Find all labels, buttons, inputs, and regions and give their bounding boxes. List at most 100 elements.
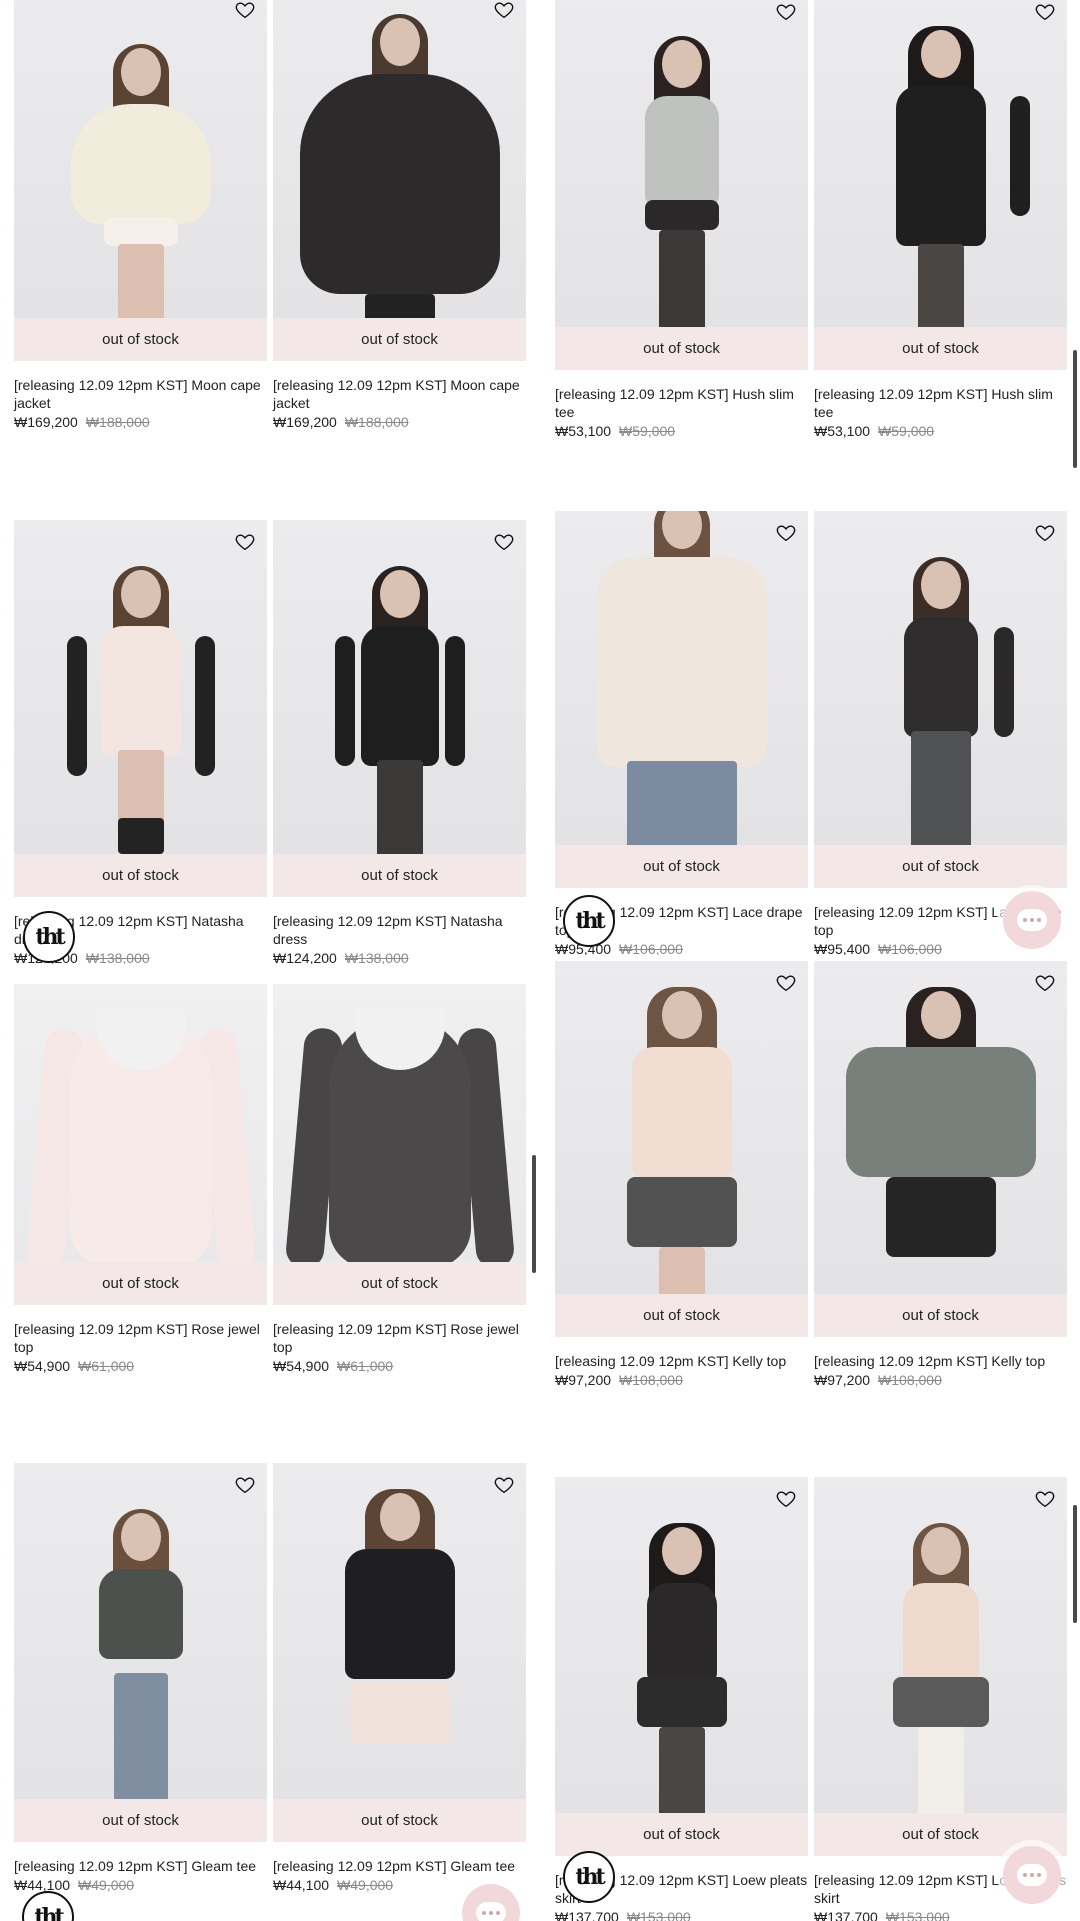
wishlist-heart-icon[interactable] (233, 530, 257, 554)
out-of-stock-label: out of stock (14, 1262, 267, 1305)
brand-logo-badge[interactable]: tht (563, 1851, 615, 1903)
out-of-stock-label: out of stock (273, 318, 526, 361)
original-price: ₩49,000 (337, 1877, 394, 1893)
sale-price: ₩169,200 (14, 414, 78, 430)
original-price: ₩59,000 (619, 423, 676, 439)
product-card-kelly-grey[interactable]: out of stock [releasing 12.09 12pm KST] … (814, 961, 1067, 1388)
product-image[interactable] (14, 1463, 267, 1799)
chat-button[interactable] (1003, 1846, 1061, 1904)
out-of-stock-label: out of stock (14, 1799, 267, 1842)
brand-logo-badge[interactable]: tht (23, 911, 75, 963)
product-card-natasha-cream[interactable]: out of stock [releasing 12.09 12pm KST] … (14, 520, 267, 966)
out-of-stock-label: out of stock (814, 845, 1067, 888)
original-price: ₩153,000 (626, 1909, 691, 1921)
product-title[interactable]: [releasing 12.09 12pm KST] Rose jewel to… (273, 1320, 526, 1356)
product-image[interactable] (814, 511, 1067, 845)
product-image[interactable] (273, 0, 526, 318)
product-title[interactable]: [releasing 12.09 12pm KST] Rose jewel to… (14, 1320, 267, 1356)
sale-price: ₩54,900 (273, 1358, 330, 1374)
wishlist-heart-icon[interactable] (492, 1473, 516, 1497)
out-of-stock-label: out of stock (14, 854, 267, 897)
product-image[interactable] (14, 520, 267, 854)
wishlist-heart-icon[interactable] (774, 971, 798, 995)
wishlist-heart-icon[interactable] (774, 1487, 798, 1511)
product-image[interactable] (555, 961, 808, 1294)
product-image[interactable] (555, 1477, 808, 1813)
product-card-moon-cape-black[interactable]: out of stock [releasing 12.09 12pm KST] … (273, 0, 526, 430)
out-of-stock-label: out of stock (555, 327, 808, 370)
product-title[interactable]: [releasing 12.09 12pm KST] Natasha dress (273, 912, 526, 948)
product-card-rose-jewel-pink[interactable]: out of stock [releasing 12.09 12pm KST] … (14, 984, 267, 1374)
product-card-hush-grey[interactable]: out of stock [releasing 12.09 12pm KST] … (555, 0, 808, 439)
product-card-lace-drape-cream[interactable]: out of stock [releasing 12.09 12pm KST] … (555, 511, 808, 957)
out-of-stock-label: out of stock (555, 845, 808, 888)
original-price: ₩108,000 (878, 1372, 942, 1388)
wishlist-heart-icon[interactable] (1033, 0, 1057, 24)
product-title[interactable]: [releasing 12.09 12pm KST] Hush slim tee (555, 385, 808, 421)
product-image[interactable] (273, 520, 526, 854)
brand-logo-badge[interactable]: tht (563, 895, 615, 947)
out-of-stock-label: out of stock (273, 854, 526, 897)
product-card-gleam-grey[interactable]: out of stock [releasing 12.09 12pm KST] … (14, 1463, 267, 1893)
chat-bubble-icon (476, 1902, 506, 1921)
chat-bubble-icon (1017, 1864, 1047, 1886)
product-title[interactable]: [releasing 12.09 12pm KST] Moon cape jac… (273, 376, 526, 412)
product-image[interactable] (555, 0, 808, 327)
product-title[interactable]: [releasing 12.09 12pm KST] Kelly top (555, 1352, 808, 1370)
sale-price: ₩97,200 (555, 1372, 612, 1388)
wishlist-heart-icon[interactable] (774, 0, 798, 24)
product-title[interactable]: [releasing 12.09 12pm KST] Hush slim tee (814, 385, 1067, 421)
scrollbar-thumb[interactable] (532, 1155, 536, 1273)
out-of-stock-label: out of stock (273, 1262, 526, 1305)
product-image[interactable] (273, 984, 526, 1262)
product-title[interactable]: [releasing 12.09 12pm KST] Moon cape jac… (14, 376, 267, 412)
sale-price: ₩54,900 (14, 1358, 71, 1374)
product-image[interactable] (14, 0, 267, 318)
brand-logo-badge[interactable]: tht (22, 1891, 74, 1921)
product-image[interactable] (555, 511, 808, 845)
scrollbar-thumb[interactable] (1073, 350, 1077, 468)
product-image[interactable] (814, 1477, 1067, 1813)
product-title[interactable]: [releasing 12.09 12pm KST] Gleam tee (273, 1857, 526, 1875)
sale-price: ₩137,700 (555, 1909, 619, 1921)
product-image[interactable] (814, 0, 1067, 327)
wishlist-heart-icon[interactable] (492, 0, 516, 22)
product-card-rose-jewel-black[interactable]: out of stock [releasing 12.09 12pm KST] … (273, 984, 526, 1374)
product-card-natasha-black[interactable]: out of stock [releasing 12.09 12pm KST] … (273, 520, 526, 966)
sale-price: ₩53,100 (555, 423, 612, 439)
product-card-kelly-pink[interactable]: out of stock [releasing 12.09 12pm KST] … (555, 961, 808, 1388)
chat-button[interactable] (1003, 891, 1061, 949)
original-price: ₩153,000 (885, 1909, 950, 1921)
product-image[interactable] (273, 1463, 526, 1799)
product-card-hush-black[interactable]: out of stock [releasing 12.09 12pm KST] … (814, 0, 1067, 439)
product-card-gleam-black[interactable]: out of stock [releasing 12.09 12pm KST] … (273, 1463, 526, 1893)
out-of-stock-label: out of stock (273, 1799, 526, 1842)
product-image[interactable] (14, 984, 267, 1262)
out-of-stock-label: out of stock (814, 1294, 1067, 1337)
wishlist-heart-icon[interactable] (1033, 1487, 1057, 1511)
wishlist-heart-icon[interactable] (233, 0, 257, 22)
product-title[interactable]: [releasing 12.09 12pm KST] Kelly top (814, 1352, 1067, 1370)
wishlist-heart-icon[interactable] (1033, 521, 1057, 545)
original-price: ₩188,000 (85, 414, 150, 430)
wishlist-heart-icon[interactable] (233, 1473, 257, 1497)
sale-price: ₩169,200 (273, 414, 337, 430)
product-title[interactable]: [releasing 12.09 12pm KST] Gleam tee (14, 1857, 267, 1875)
original-price: ₩49,000 (78, 1877, 135, 1893)
out-of-stock-label: out of stock (814, 327, 1067, 370)
out-of-stock-label: out of stock (14, 318, 267, 361)
wishlist-heart-icon[interactable] (492, 530, 516, 554)
out-of-stock-label: out of stock (555, 1813, 808, 1856)
chat-bubble-icon (1017, 909, 1047, 931)
original-price: ₩59,000 (878, 423, 935, 439)
original-price: ₩61,000 (78, 1358, 135, 1374)
scrollbar-thumb[interactable] (1073, 1505, 1077, 1623)
sale-price: ₩53,100 (814, 423, 871, 439)
wishlist-heart-icon[interactable] (774, 521, 798, 545)
product-card-moon-cape-cream[interactable]: out of stock [releasing 12.09 12pm KST] … (14, 0, 267, 430)
sale-price: ₩137,700 (814, 1909, 878, 1921)
product-image[interactable] (814, 961, 1067, 1294)
sale-price: ₩44,100 (273, 1877, 330, 1893)
original-price: ₩61,000 (337, 1358, 394, 1374)
wishlist-heart-icon[interactable] (1033, 971, 1057, 995)
